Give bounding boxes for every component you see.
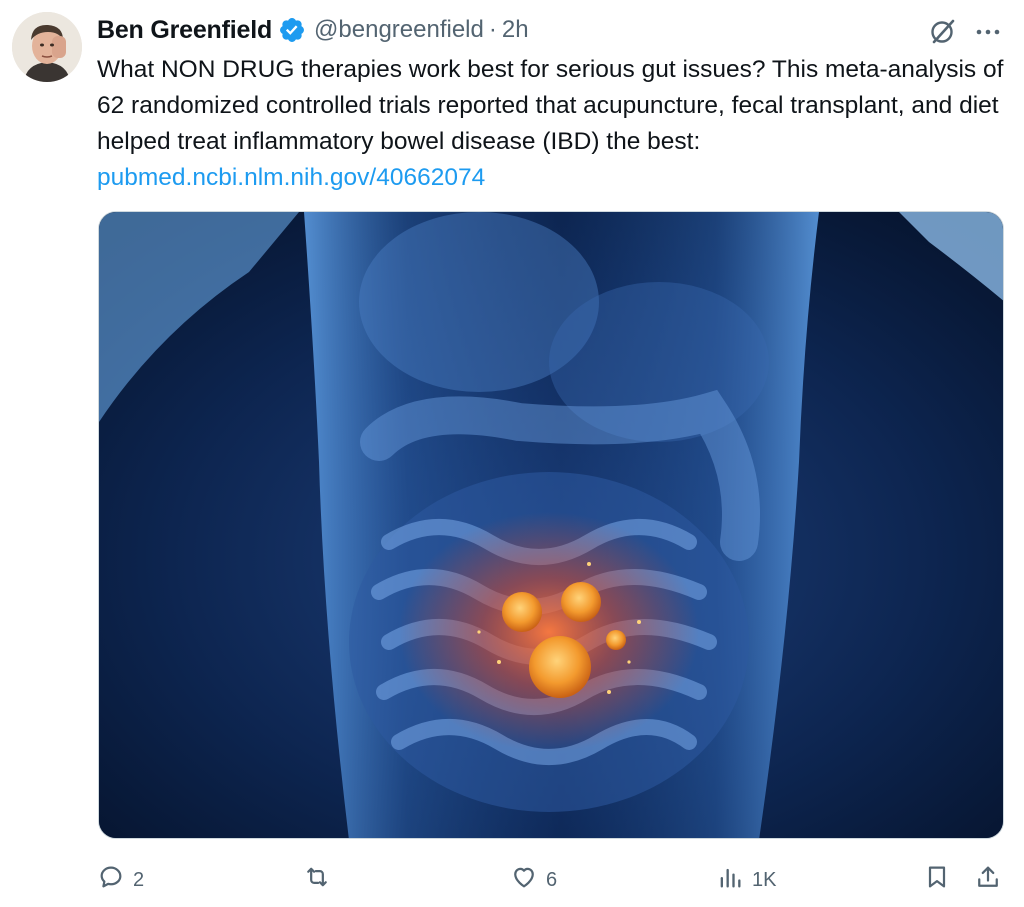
tweet: Ben Greenfield @bengreenfield · 2h What … bbox=[0, 0, 1024, 907]
author-handle[interactable]: @bengreenfield bbox=[314, 16, 484, 44]
intestine-illustration bbox=[99, 212, 1003, 838]
tweet-body: What NON DRUG therapies work best for se… bbox=[97, 56, 1004, 155]
more-icon[interactable] bbox=[972, 18, 1004, 46]
tweet-text: What NON DRUG therapies work best for se… bbox=[97, 52, 1012, 196]
bookmark-button[interactable] bbox=[923, 858, 951, 902]
tweet-header: Ben Greenfield @bengreenfield · 2h bbox=[97, 12, 529, 48]
views-button[interactable]: 1K bbox=[716, 858, 776, 902]
retweet-icon bbox=[303, 863, 331, 897]
tweet-link[interactable]: pubmed.ncbi.nlm.nih.gov/40662074 bbox=[97, 164, 485, 191]
grok-icon[interactable] bbox=[928, 16, 958, 46]
like-count: 6 bbox=[546, 868, 558, 891]
reply-count: 2 bbox=[133, 868, 145, 891]
timestamp[interactable]: 2h bbox=[502, 16, 529, 44]
bookmark-icon bbox=[923, 863, 951, 897]
verified-badge-icon bbox=[278, 16, 306, 44]
share-icon bbox=[974, 863, 1002, 897]
avatar[interactable] bbox=[12, 12, 82, 82]
author-name[interactable]: Ben Greenfield bbox=[97, 16, 272, 45]
tweet-media-image[interactable] bbox=[98, 211, 1004, 839]
heart-icon bbox=[510, 863, 538, 897]
reply-button[interactable]: 2 bbox=[97, 858, 144, 902]
tweet-actions: 2 6 1K bbox=[97, 858, 1012, 902]
retweet-button[interactable] bbox=[303, 858, 339, 902]
reply-icon bbox=[97, 863, 125, 897]
views-count: 1K bbox=[752, 868, 777, 891]
separator-dot: · bbox=[488, 16, 497, 43]
analytics-icon bbox=[716, 863, 744, 897]
share-button[interactable] bbox=[974, 858, 1002, 902]
like-button[interactable]: 6 bbox=[510, 858, 557, 902]
avatar-image bbox=[12, 12, 82, 82]
